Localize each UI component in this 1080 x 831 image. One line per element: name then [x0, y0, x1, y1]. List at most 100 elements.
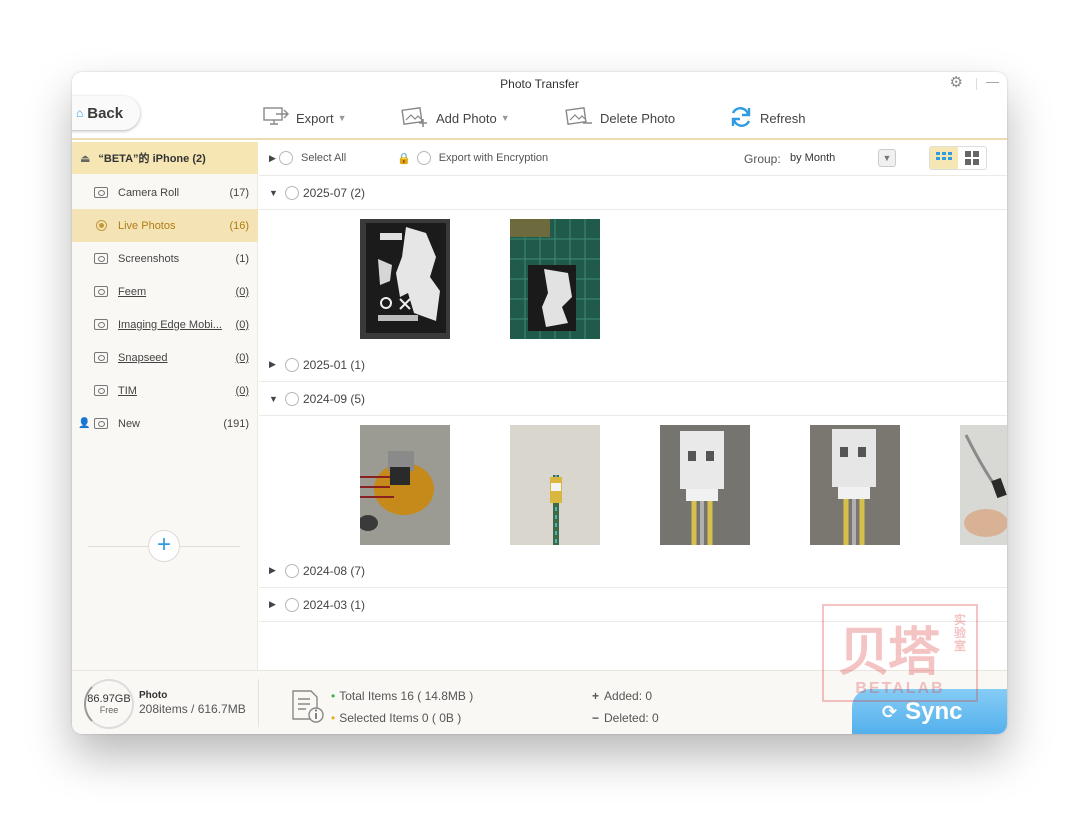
group-select-value: by Month [790, 152, 836, 164]
storage-type: Photo [139, 690, 168, 701]
gear-icon[interactable]: ⚙ [950, 73, 963, 91]
photo-thumbnail[interactable] [360, 219, 450, 339]
album-label: Screenshots [118, 252, 180, 265]
sidebar-item-live-photos[interactable]: Live Photos (16) [72, 209, 258, 242]
group-label-text: 2025-07 (2) [303, 185, 366, 200]
album-label: Camera Roll [118, 186, 180, 199]
sync-icon: ⟳ [882, 701, 898, 722]
divider [258, 679, 259, 727]
total-items: • Total Items 16 ( 14.8MB ) [331, 689, 473, 703]
album-label: New [118, 417, 141, 430]
album-icon [94, 418, 108, 429]
group-checkbox[interactable] [285, 391, 299, 406]
large-grid-icon [965, 151, 979, 165]
group-label-text: 2024-09 (5) [303, 391, 366, 406]
live-photo-icon [96, 220, 107, 231]
person-add-icon: 👤 [78, 418, 91, 429]
group-row-2024-08[interactable]: ▶ 2024-08 (7) [259, 554, 1007, 588]
group-checkbox[interactable] [285, 563, 299, 578]
triangle-right-icon[interactable]: ▶ [269, 565, 279, 576]
album-count: (191) [223, 417, 249, 430]
sidebar-item-imaging-edge[interactable]: Imaging Edge Mobi... (0) [72, 308, 258, 341]
select-all-checkbox[interactable] [279, 151, 293, 165]
album-icon [94, 352, 108, 363]
sidebar-item-screenshots[interactable]: Screenshots (1) [72, 242, 258, 275]
photo-thumbnail[interactable] [360, 425, 450, 545]
large-grid-view-button[interactable] [958, 147, 986, 169]
photo-thumbnail[interactable] [510, 425, 600, 545]
triangle-right-icon[interactable]: ▶ [269, 599, 279, 610]
chevron-down-icon: ▼ [337, 113, 347, 123]
triangle-right-icon[interactable]: ▶ [269, 153, 279, 164]
export-encryption-option[interactable]: 🔒 Export with Encryption [397, 151, 548, 165]
added-count: + Added: 0 [592, 689, 652, 703]
watermark-side: 实验室 [954, 613, 967, 653]
triangle-right-icon[interactable]: ▶ [269, 359, 279, 370]
sidebar-item-new[interactable]: 👤 New (191) [72, 407, 258, 440]
refresh-button[interactable]: Refresh [728, 104, 806, 132]
added-text: Added: 0 [604, 689, 653, 703]
small-grid-icon [936, 152, 952, 160]
album-label: Live Photos [118, 219, 176, 232]
lock-icon: 🔒 [397, 152, 411, 165]
watermark-en: BETALAB [855, 680, 945, 697]
select-all[interactable]: ▶ Select All [269, 151, 346, 165]
group-checkbox[interactable] [285, 597, 299, 612]
camera-icon [94, 187, 108, 198]
triangle-down-icon[interactable]: ▼ [269, 188, 279, 198]
add-photo-label: Add Photo [436, 110, 497, 126]
photo-grid-area: ▶ Select All 🔒 Export with Encryption Gr… [259, 142, 1007, 670]
album-count: (16) [229, 219, 249, 232]
encryption-checkbox[interactable] [416, 151, 431, 165]
group-checkbox[interactable] [285, 357, 299, 372]
sidebar-item-snapseed[interactable]: Snapseed (0) [72, 341, 258, 374]
deleted-count: − Deleted: 0 [592, 711, 659, 725]
group-row-2025-07[interactable]: ▼ 2025-07 (2) [259, 176, 1007, 210]
sidebar-item-camera-roll[interactable]: Camera Roll (17) [72, 176, 258, 209]
add-album-button[interactable]: + [148, 530, 180, 562]
device-row[interactable]: ⏏ “BETA”的 iPhone (2) [72, 142, 258, 174]
triangle-down-icon[interactable]: ▼ [269, 394, 279, 404]
delete-photo-label: Delete Photo [600, 110, 676, 126]
total-items-text: Total Items 16 ( 14.8MB ) [339, 689, 474, 703]
minimize-icon[interactable]: — [986, 74, 999, 89]
delete-photo-button[interactable]: Delete Photo [564, 104, 675, 132]
group-row-2024-09[interactable]: ▼ 2024-09 (5) [259, 382, 1007, 416]
photo-thumbnail[interactable] [510, 219, 600, 339]
album-label: TIM [118, 384, 137, 397]
album-label: Imaging Edge Mobi... [118, 318, 222, 331]
select-all-label: Select All [301, 152, 347, 164]
plus-icon: + [592, 689, 600, 703]
album-count: (1) [235, 252, 249, 265]
album-count: (17) [229, 186, 249, 199]
refresh-icon [728, 105, 754, 132]
export-button[interactable]: Export ▼ [262, 104, 347, 132]
titlebar-divider [976, 78, 977, 90]
group-checkbox[interactable] [285, 185, 299, 200]
album-count: (0) [235, 384, 249, 397]
storage-free-label: Free [99, 705, 119, 715]
album-count: (0) [235, 351, 249, 364]
eject-icon[interactable]: ⏏ [80, 152, 90, 165]
sidebar-item-feem[interactable]: Feem (0) [72, 275, 258, 308]
album-count: (0) [235, 285, 249, 298]
photo-thumbnail[interactable] [810, 425, 900, 545]
add-photo-button[interactable]: Add Photo ▼ [400, 104, 510, 132]
minus-icon: − [592, 711, 600, 725]
view-toggle [929, 146, 987, 170]
export-label: Export [296, 110, 334, 126]
chevron-down-icon[interactable]: ▼ [878, 149, 896, 167]
add-album-area: + [88, 530, 240, 562]
watermark-cn: 贝塔 [838, 624, 940, 682]
group-row-2025-01[interactable]: ▶ 2025-01 (1) [259, 348, 1007, 382]
small-grid-view-button[interactable] [930, 147, 958, 169]
info-document-icon [290, 689, 324, 728]
back-button[interactable]: ⌂ Back [72, 96, 140, 130]
sidebar: ⏏ “BETA”的 iPhone (2) Camera Roll (17) Li… [72, 142, 258, 670]
album-label: Snapseed [118, 351, 168, 364]
group-select[interactable]: by Month ▼ [784, 148, 896, 168]
photo-thumbnail[interactable] [660, 425, 750, 545]
yellow-dot-icon: • [331, 711, 336, 725]
sidebar-item-tim[interactable]: TIM (0) [72, 374, 258, 407]
photo-thumbnail[interactable] [960, 425, 1007, 545]
